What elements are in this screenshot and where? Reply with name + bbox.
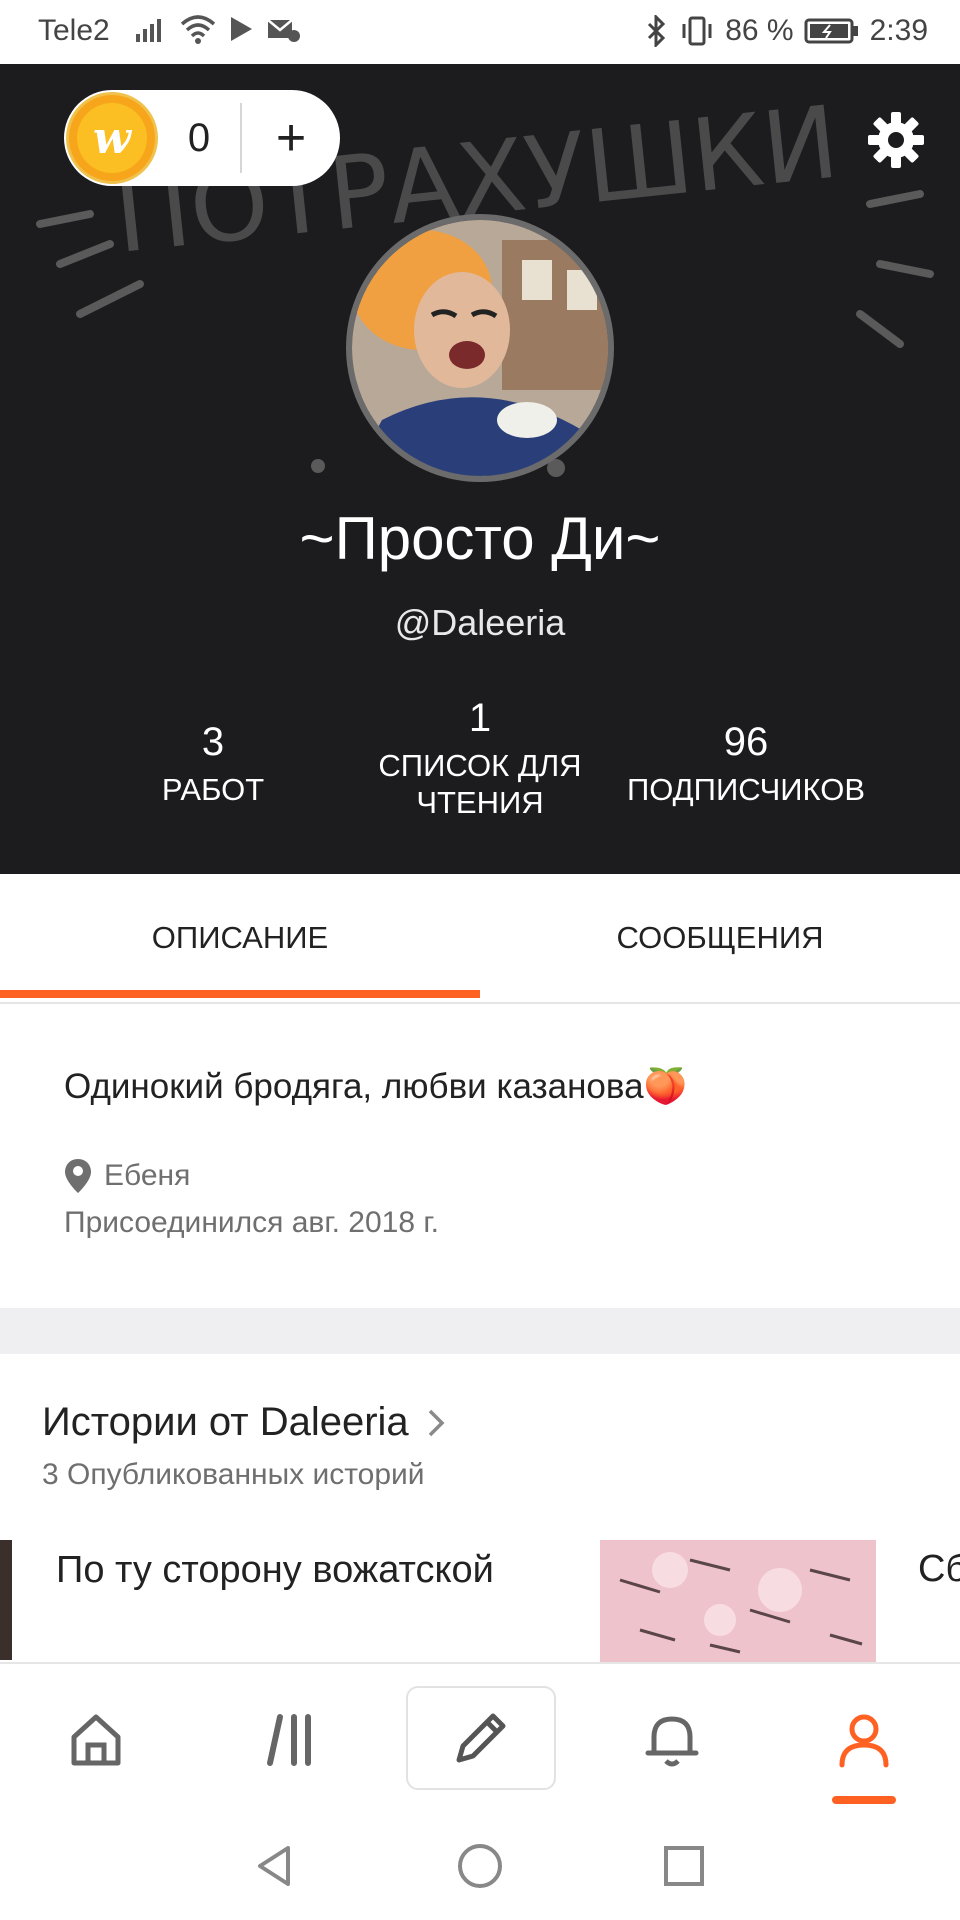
stories-count: 3 Опубликованных историй [42, 1458, 425, 1491]
nav-active-indicator [832, 1796, 896, 1804]
story-title-next[interactable]: Сб [918, 1548, 960, 1591]
profile-bio: Одинокий бродяга, любви казанова🍑 [64, 1067, 688, 1106]
coin-balance-pill[interactable]: w 0 + [64, 90, 340, 186]
stories-section-header[interactable]: Истории от Daleeria [42, 1400, 445, 1445]
chevron-right-icon [428, 1409, 445, 1436]
back-triangle-icon [258, 1846, 290, 1886]
location-text: Ебеня [104, 1159, 191, 1192]
nav-home[interactable] [26, 1664, 166, 1814]
stat-works-value: 3 [201, 720, 225, 764]
coin-count: 0 [187, 115, 211, 160]
story-cover-image [600, 1540, 876, 1664]
stat-reading-lists-value: 1 [468, 696, 492, 740]
vibrate-icon [682, 16, 712, 46]
status-icons-left [134, 14, 300, 44]
nav-profile[interactable] [794, 1664, 934, 1814]
nav-library[interactable] [222, 1664, 362, 1814]
section-divider [0, 1308, 960, 1354]
buy-coins-button[interactable]: + [242, 112, 340, 164]
avatar-image [352, 220, 608, 476]
carrier-label: Tele2 [38, 14, 110, 47]
bell-icon [645, 1716, 699, 1767]
bluetooth-icon [648, 15, 666, 47]
signal-icon [136, 19, 161, 42]
stat-followers[interactable]: 96 ПОДПИСЧИКОВ [616, 720, 876, 808]
home-icon [71, 1714, 121, 1766]
stat-works[interactable]: 3 РАБОТ [83, 720, 343, 808]
bottom-navigation [0, 1662, 960, 1814]
wifi-icon [180, 15, 216, 44]
mail-icon [267, 19, 300, 42]
active-tab-indicator [0, 990, 480, 998]
tab-about[interactable]: ОПИСАНИЕ [0, 874, 480, 1002]
stat-works-label: РАБОТ [161, 772, 265, 807]
stories-title: Истории от Daleeria [42, 1400, 409, 1444]
story-cover-partial[interactable] [0, 1540, 12, 1660]
battery-icon [804, 18, 858, 44]
home-circle-icon [458, 1844, 502, 1888]
recents-square-icon [664, 1846, 704, 1886]
settings-gear-icon[interactable] [866, 110, 926, 170]
profile-icon [839, 1714, 889, 1768]
system-navigation-bar [0, 1812, 960, 1920]
system-recents-button[interactable] [648, 1830, 720, 1902]
pencil-icon [456, 1713, 506, 1763]
status-icons-right: 86 % 2:39 [643, 14, 928, 48]
stat-reading-lists-label: СПИСОК ДЛЯ ЧТЕНИЯ [378, 748, 582, 820]
tab-messages[interactable]: СООБЩЕНИЯ [480, 874, 960, 1002]
system-back-button[interactable] [238, 1830, 310, 1902]
nav-notifications[interactable] [602, 1664, 742, 1814]
story-cover[interactable] [600, 1540, 876, 1664]
story-title[interactable]: По ту сторону вожатской [56, 1544, 536, 1596]
profile-location: Ебеня [64, 1158, 190, 1194]
join-date: Присоединился авг. 2018 г. [64, 1206, 439, 1239]
system-home-button[interactable] [444, 1830, 516, 1902]
wattpad-coin-icon: w [66, 92, 158, 184]
clock: 2:39 [869, 14, 928, 47]
display-name: ~Просто Ди~ [299, 505, 661, 572]
status-bar: Tele2 86 % 2:39 [0, 0, 960, 64]
stat-reading-lists[interactable]: 1 СПИСОК ДЛЯ ЧТЕНИЯ [349, 696, 611, 821]
location-pin-icon [65, 1159, 91, 1193]
profile-header: ПОТРАХУШКИ w 0 + ~Просто Ди~ @Daleeria 3… [0, 64, 960, 874]
stat-followers-label: ПОДПИСЧИКОВ [626, 772, 866, 807]
stat-followers-value: 96 [723, 720, 769, 764]
nav-write-button[interactable] [406, 1686, 556, 1790]
play-icon [231, 17, 252, 41]
profile-tabs: ОПИСАНИЕ СООБЩЕНИЯ [0, 874, 960, 1004]
avatar[interactable] [346, 214, 614, 482]
library-icon [267, 1714, 311, 1766]
username: @Daleeria [394, 602, 566, 643]
battery-percent: 86 % [725, 14, 794, 47]
